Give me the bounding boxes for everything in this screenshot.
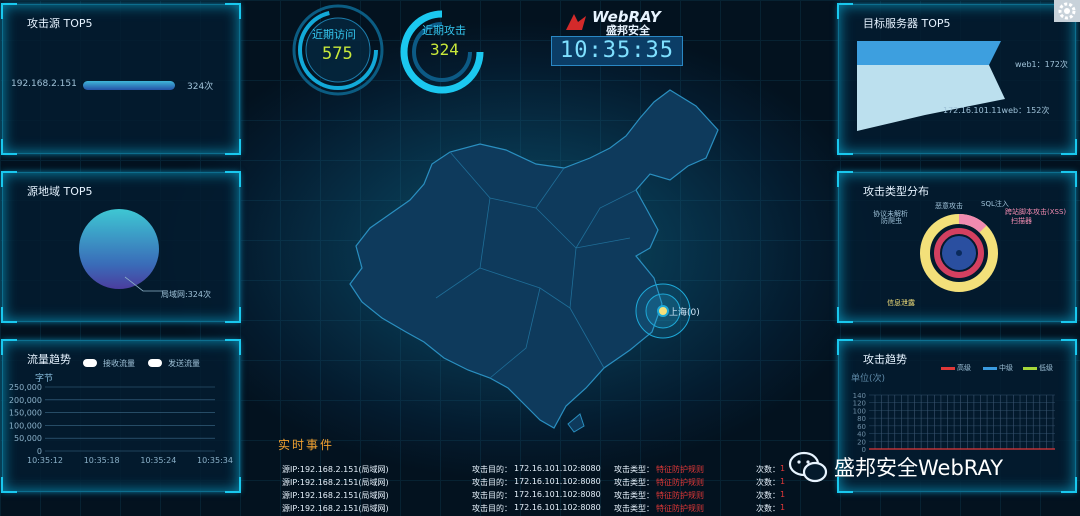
traffic-x-tick: 10:35:24 — [140, 456, 176, 463]
attack-type-panel: 攻击类型分布 恶意攻击 SQL注入 协议未解析 跨站脚本攻击(XSS) 防爬虫 … — [837, 171, 1077, 323]
traffic-y-tick: 0 — [37, 447, 42, 456]
traffic-x-tick: 10:35:18 — [84, 456, 120, 463]
event-count: 1 — [780, 464, 786, 473]
attacks-label: 近期攻击 — [422, 24, 466, 37]
visits-value: 575 — [322, 44, 353, 64]
source-region-panel: 源地域 TOP5 局域网:324次 — [1, 171, 241, 323]
pie-label: 局域网:324次 — [161, 290, 211, 299]
event-count: 1 — [780, 477, 786, 486]
traffic-x-tick: 10:35:12 — [27, 456, 63, 463]
event-type: 特征防护规则 — [656, 465, 704, 474]
event-count: 1 — [780, 490, 786, 499]
event-type-label: 攻击类型： — [614, 491, 654, 500]
realtime-events: 实时事件 源IP:192.168.2.151(局域网) 攻击目的： 172.16.1… — [278, 436, 838, 513]
panel-title: 攻击类型分布 — [863, 185, 929, 198]
event-target-label: 攻击目的： — [472, 465, 512, 474]
clock-display: 10:35:35 — [551, 36, 683, 66]
event-type-label: 攻击类型： — [614, 504, 654, 513]
event-target: 172.16.101.102:8080 — [514, 503, 601, 512]
event-source: 源IP:192.168.2.151(局域网) — [282, 504, 389, 513]
target-server-panel: 目标服务器 TOP5 web1：172次 172.16.101.11web：15… — [837, 3, 1077, 155]
legend-low[interactable]: 低级 — [1039, 363, 1053, 373]
attack-type-donut[interactable] — [917, 211, 1001, 295]
event-target-label: 攻击目的： — [472, 478, 512, 487]
panel-title: 目标服务器 TOP5 — [863, 17, 951, 30]
traffic-y-tick: 50,000 — [14, 434, 42, 443]
traffic-chart: 250,000200,000150,000100,00050,000010:35… — [9, 383, 233, 463]
legend-receive[interactable]: 接收流量 — [103, 358, 135, 369]
event-source: 源IP:192.168.2.151(局域网) — [282, 478, 389, 487]
attack-source-count: 324次 — [187, 82, 214, 92]
type-label-malicious: 恶意攻击 — [935, 202, 963, 210]
watermark: 盛邦安全WebRAY — [788, 448, 1058, 486]
traffic-y-tick: 250,000 — [9, 383, 42, 392]
panel-title: 源地域 TOP5 — [27, 185, 93, 198]
settings-button[interactable] — [1054, 0, 1080, 22]
legend-low-marker[interactable] — [1023, 367, 1037, 370]
event-count-label: 次数： — [756, 465, 780, 474]
event-source: 源IP:192.168.2.151(局域网) — [282, 465, 389, 474]
legend-mid[interactable]: 中级 — [999, 363, 1013, 373]
event-target: 172.16.101.102:8080 — [514, 490, 601, 499]
legend-send[interactable]: 发送流量 — [168, 358, 200, 369]
event-target-label: 攻击目的： — [472, 504, 512, 513]
event-source: 源IP:192.168.2.151(局域网) — [282, 491, 389, 500]
legend-high-marker[interactable] — [941, 367, 955, 370]
event-count-label: 次数： — [756, 478, 780, 487]
shanghai-label: 上海(0) — [669, 308, 700, 318]
legend-high[interactable]: 高级 — [957, 363, 971, 373]
visits-label: 近期访问 — [312, 28, 356, 41]
event-type: 特征防护规则 — [656, 478, 704, 487]
legend-mid-marker[interactable] — [983, 367, 997, 370]
traffic-y-tick: 100,000 — [9, 421, 42, 430]
event-count-label: 次数： — [756, 491, 780, 500]
traffic-x-tick: 10:35:34 — [197, 456, 233, 463]
attack-source-ip: 192.168.2.151 — [11, 79, 77, 89]
event-type-label: 攻击类型： — [614, 465, 654, 474]
traffic-trend-panel: 流量趋势 接收流量 发送流量 字节 250,000 200,000 150,000 1… — [1, 339, 241, 493]
event-type-label: 攻击类型： — [614, 478, 654, 487]
panel-title: 流量趋势 — [27, 353, 71, 366]
server-label-2: 172.16.101.11web：152次 — [943, 106, 1050, 115]
event-target-label: 攻击目的： — [472, 491, 512, 500]
brand-logo-icon — [566, 14, 586, 30]
attack-source-panel: 攻击源 TOP5 192.168.2.151 324次 — [1, 3, 241, 155]
event-type: 特征防护规则 — [656, 491, 704, 500]
attacks-value: 324 — [430, 40, 459, 59]
wechat-icon — [788, 451, 828, 483]
trend-unit: 单位(次) — [851, 374, 886, 384]
event-target: 172.16.101.102:8080 — [514, 477, 601, 486]
legend-receive-marker[interactable] — [83, 359, 97, 367]
traffic-y-tick: 200,000 — [9, 396, 42, 405]
gear-icon — [1058, 2, 1076, 20]
panel-title: 攻击趋势 — [863, 353, 907, 366]
type-label-infoleak: 信息泄露 — [887, 299, 915, 307]
event-target: 172.16.101.102:8080 — [514, 464, 601, 473]
event-count: 1 — [780, 503, 786, 512]
server-label-1: web1：172次 — [1015, 60, 1068, 69]
attack-source-bar — [83, 81, 175, 90]
panel-title: 攻击源 TOP5 — [27, 17, 93, 30]
target-funnel[interactable] — [855, 39, 1005, 135]
traffic-y-tick: 150,000 — [9, 409, 42, 418]
event-type: 特征防护规则 — [656, 504, 704, 513]
type-label-anticrawl: 防爬虫 — [881, 217, 902, 225]
type-label-scanner: 扫描器 — [1011, 217, 1032, 225]
watermark-text: 盛邦安全WebRAY — [834, 456, 1004, 480]
events-title: 实时事件 — [278, 438, 335, 452]
event-count-label: 次数： — [756, 504, 780, 513]
legend-send-marker[interactable] — [148, 359, 162, 367]
china-map[interactable] — [340, 88, 740, 438]
